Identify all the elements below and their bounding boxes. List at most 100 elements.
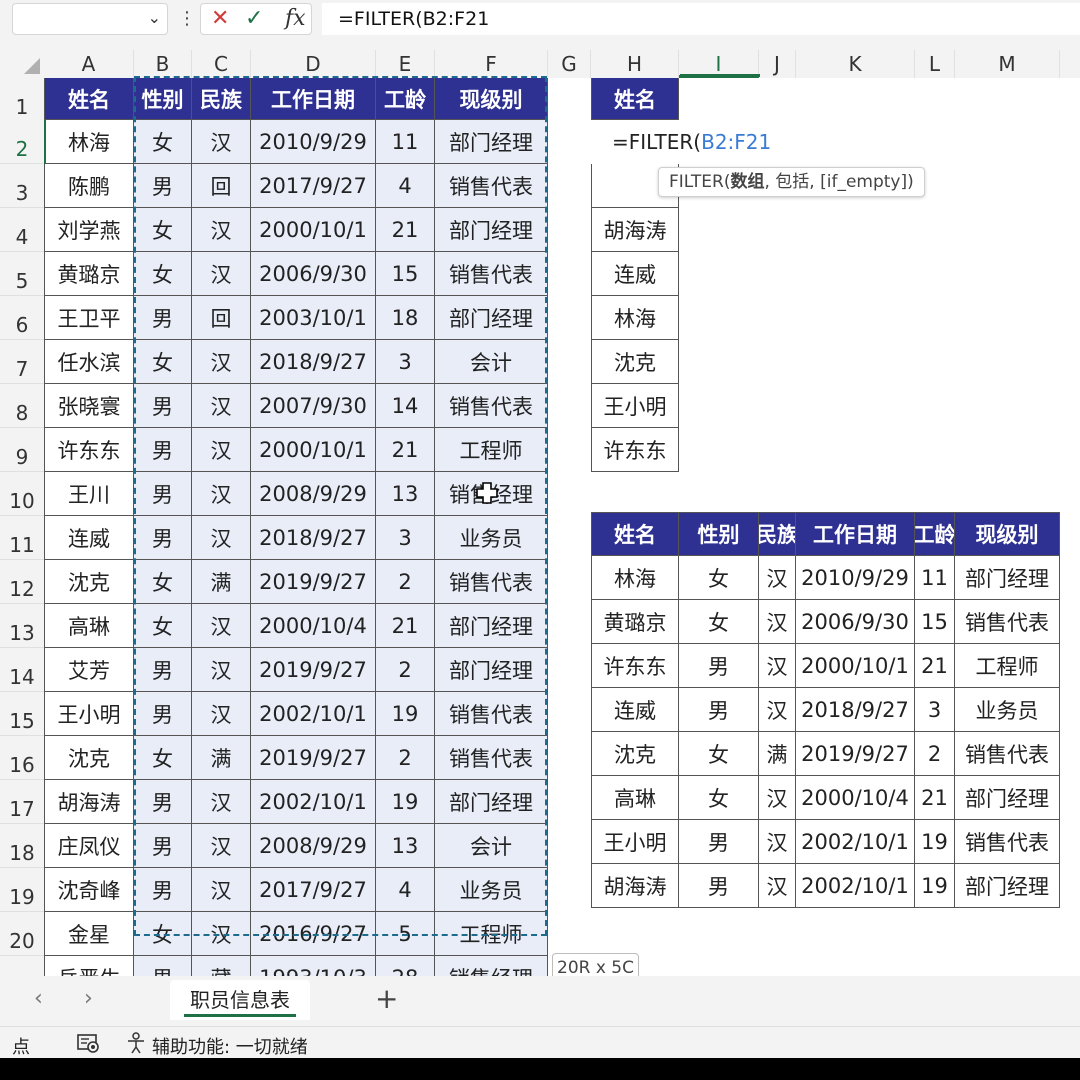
table-cell[interactable]: 2019/9/27 bbox=[251, 560, 376, 604]
table-cell[interactable]: 回 bbox=[192, 296, 251, 340]
column-header[interactable]: B bbox=[134, 50, 192, 78]
table-cell[interactable]: 男 bbox=[134, 472, 192, 516]
table-cell[interactable]: 张晓寰 bbox=[44, 384, 134, 428]
table-cell[interactable]: 2018/9/27 bbox=[251, 516, 376, 560]
result-cell[interactable]: 男 bbox=[679, 644, 759, 688]
table-cell[interactable]: 2016/9/27 bbox=[251, 912, 376, 956]
column-header[interactable]: G bbox=[548, 50, 591, 78]
table-cell[interactable]: 男 bbox=[134, 164, 192, 208]
row-header[interactable]: 12 bbox=[0, 560, 44, 604]
row-header[interactable]: 8 bbox=[0, 384, 44, 428]
result-cell[interactable]: 黄璐京 bbox=[591, 600, 679, 644]
table-cell[interactable]: 满 bbox=[192, 736, 251, 780]
table-cell[interactable]: 18 bbox=[376, 296, 435, 340]
result-cell[interactable]: 21 bbox=[915, 776, 955, 820]
row-header[interactable]: 20 bbox=[0, 912, 44, 956]
table-cell[interactable]: 女 bbox=[134, 736, 192, 780]
result-cell[interactable]: 王小明 bbox=[591, 820, 679, 864]
table-cell[interactable]: 15 bbox=[376, 252, 435, 296]
result-cell[interactable]: 满 bbox=[759, 732, 796, 776]
macro-record-icon[interactable] bbox=[76, 1032, 100, 1059]
result-cell[interactable]: 汉 bbox=[759, 600, 796, 644]
table-cell[interactable]: 沈克 bbox=[44, 736, 134, 780]
result-cell[interactable]: 女 bbox=[679, 556, 759, 600]
table-cell[interactable]: 黄璐京 bbox=[44, 252, 134, 296]
result-cell[interactable]: 2019/9/27 bbox=[796, 732, 915, 776]
table-cell[interactable]: 会计 bbox=[435, 824, 548, 868]
result-cell[interactable]: 11 bbox=[915, 556, 955, 600]
table-cell[interactable]: 男 bbox=[134, 824, 192, 868]
result-cell[interactable]: 汉 bbox=[759, 776, 796, 820]
row-header[interactable]: 15 bbox=[0, 692, 44, 736]
table-cell[interactable]: 满 bbox=[192, 560, 251, 604]
result-cell[interactable]: 销售代表 bbox=[955, 600, 1060, 644]
lookup-name-cell[interactable]: 胡海涛 bbox=[591, 208, 679, 252]
result-cell[interactable]: 男 bbox=[679, 688, 759, 732]
result-cell[interactable]: 2000/10/4 bbox=[796, 776, 915, 820]
table-cell[interactable]: 5 bbox=[376, 912, 435, 956]
lookup-name-cell[interactable]: 王小明 bbox=[591, 384, 679, 428]
table-cell[interactable]: 14 bbox=[376, 384, 435, 428]
table-cell[interactable]: 2008/9/29 bbox=[251, 472, 376, 516]
table-cell[interactable]: 陈鹏 bbox=[44, 164, 134, 208]
table-cell[interactable]: 2017/9/27 bbox=[251, 868, 376, 912]
table-cell[interactable]: 女 bbox=[134, 120, 192, 164]
result-cell[interactable]: 男 bbox=[679, 820, 759, 864]
result-cell[interactable]: 部门经理 bbox=[955, 864, 1060, 908]
result-cell[interactable]: 2 bbox=[915, 732, 955, 776]
result-cell[interactable]: 高琳 bbox=[591, 776, 679, 820]
row-header[interactable]: 16 bbox=[0, 736, 44, 780]
table-cell[interactable]: 13 bbox=[376, 472, 435, 516]
lookup-header[interactable]: 姓名 bbox=[591, 78, 679, 120]
table-cell[interactable]: 汉 bbox=[192, 516, 251, 560]
table-cell[interactable]: 21 bbox=[376, 604, 435, 648]
table-cell[interactable]: 男 bbox=[134, 428, 192, 472]
table-cell[interactable]: 高琳 bbox=[44, 604, 134, 648]
table-cell[interactable]: 业务员 bbox=[435, 516, 548, 560]
table-header[interactable]: 工龄 bbox=[376, 78, 435, 120]
accessibility-status[interactable]: 辅助功能: 一切就绪 bbox=[152, 1033, 308, 1059]
table-cell[interactable]: 部门经理 bbox=[435, 208, 548, 252]
row-header[interactable]: 5 bbox=[0, 252, 44, 296]
table-cell[interactable]: 女 bbox=[134, 208, 192, 252]
column-header[interactable]: A bbox=[44, 50, 134, 78]
result-cell[interactable]: 19 bbox=[915, 864, 955, 908]
table-cell[interactable]: 销售经理 bbox=[435, 956, 548, 976]
table-cell[interactable]: 销售代表 bbox=[435, 560, 548, 604]
table-cell[interactable]: 女 bbox=[134, 912, 192, 956]
result-header[interactable]: 姓名 bbox=[591, 512, 679, 556]
result-header[interactable]: 工作日期 bbox=[796, 512, 915, 556]
column-header[interactable]: D bbox=[251, 50, 376, 78]
table-cell[interactable]: 胡海涛 bbox=[44, 780, 134, 824]
table-cell[interactable]: 女 bbox=[134, 604, 192, 648]
column-header[interactable]: F bbox=[435, 50, 548, 78]
table-cell[interactable]: 2000/10/1 bbox=[251, 428, 376, 472]
result-cell[interactable]: 女 bbox=[679, 600, 759, 644]
result-header[interactable]: 性别 bbox=[679, 512, 759, 556]
table-cell[interactable]: 刘学燕 bbox=[44, 208, 134, 252]
table-cell[interactable]: 3 bbox=[376, 516, 435, 560]
result-cell[interactable]: 2018/9/27 bbox=[796, 688, 915, 732]
table-cell[interactable]: 汉 bbox=[192, 824, 251, 868]
table-cell[interactable]: 女 bbox=[134, 340, 192, 384]
row-header[interactable]: 18 bbox=[0, 824, 44, 868]
row-header[interactable]: 1 bbox=[0, 78, 44, 122]
table-cell[interactable]: 2 bbox=[376, 736, 435, 780]
table-cell[interactable]: 男 bbox=[134, 956, 192, 976]
table-cell[interactable]: 2003/10/1 bbox=[251, 296, 376, 340]
result-cell[interactable]: 2006/9/30 bbox=[796, 600, 915, 644]
table-cell[interactable]: 汉 bbox=[192, 252, 251, 296]
table-cell[interactable]: 销售代表 bbox=[435, 692, 548, 736]
table-cell[interactable]: 销售代表 bbox=[435, 252, 548, 296]
table-cell[interactable]: 4 bbox=[376, 164, 435, 208]
row-header[interactable]: 10 bbox=[0, 472, 44, 516]
result-cell[interactable]: 汉 bbox=[759, 688, 796, 732]
cancel-icon[interactable]: ✕ bbox=[211, 7, 229, 31]
table-cell[interactable]: 男 bbox=[134, 296, 192, 340]
table-cell[interactable]: 2000/10/1 bbox=[251, 208, 376, 252]
table-cell[interactable]: 销售代表 bbox=[435, 164, 548, 208]
column-header[interactable]: M bbox=[955, 50, 1060, 78]
table-cell[interactable]: 男 bbox=[134, 384, 192, 428]
table-cell[interactable]: 2007/9/30 bbox=[251, 384, 376, 428]
table-cell[interactable]: 女 bbox=[134, 252, 192, 296]
